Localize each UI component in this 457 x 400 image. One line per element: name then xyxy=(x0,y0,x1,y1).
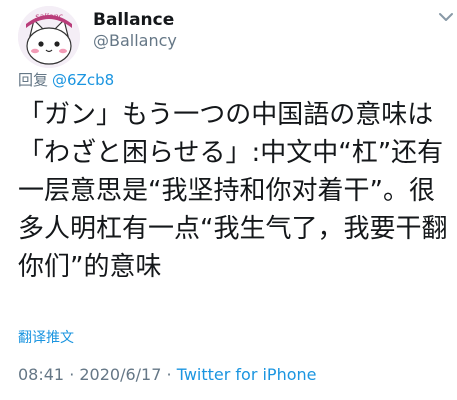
meta-separator: · xyxy=(161,365,177,384)
svg-text:sallanc: sallanc xyxy=(35,12,63,21)
reply-context: 回复 @6Zcb8 xyxy=(18,70,114,90)
author-handle[interactable]: @Ballancy xyxy=(93,31,177,51)
tweet-date: 2020/6/17 xyxy=(79,365,162,384)
tweet-time: 08:41 xyxy=(18,365,65,384)
reply-prefix: 回复 xyxy=(18,71,49,89)
avatar[interactable]: sallanc xyxy=(18,6,80,68)
reply-target-link[interactable]: @6Zcb8 xyxy=(52,71,114,89)
tweet-text: 「ガン」もう一つの中国語の意味は「わざと困らせる」:中文中“杠”还有一层意思是“… xyxy=(18,100,448,282)
cat-avatar-icon: sallanc xyxy=(18,6,80,68)
tweet-source-link[interactable]: Twitter for iPhone xyxy=(177,365,317,384)
more-options-icon[interactable] xyxy=(436,7,456,27)
meta-separator: · xyxy=(64,365,80,384)
tweet-meta: 08:41 · 2020/6/17 · Twitter for iPhone xyxy=(18,365,317,385)
translate-tweet-link[interactable]: 翻译推文 xyxy=(18,329,74,347)
tweet: sallanc Ballance @Ballancy 回复 @6Zcb8 「ガン」… xyxy=(0,0,457,400)
author-display-name[interactable]: Ballance xyxy=(93,10,174,30)
